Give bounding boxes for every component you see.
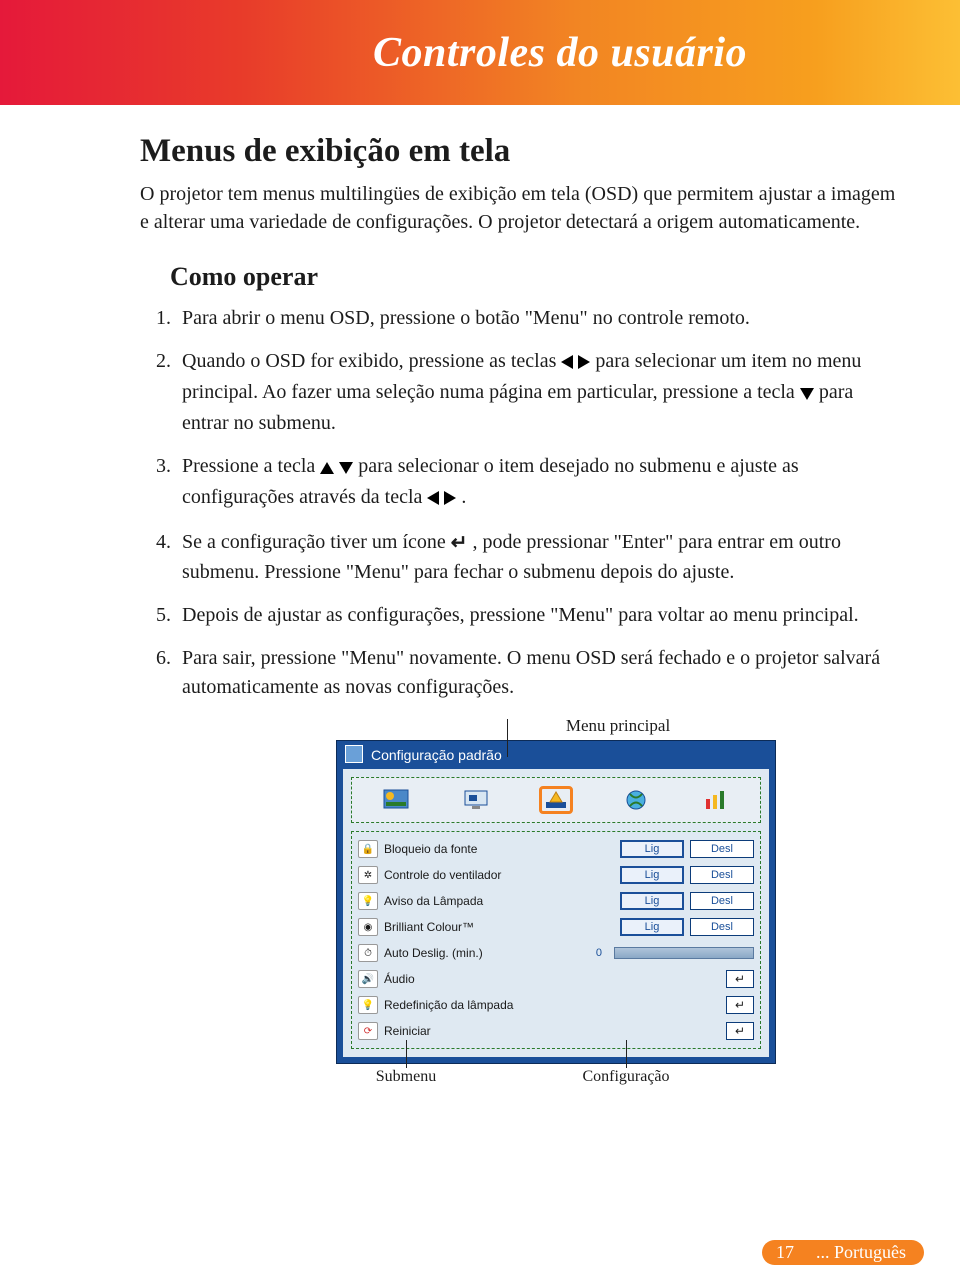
steps-list: Para abrir o menu OSD, pressione o botão… [140,304,900,702]
toggle-off-button[interactable]: Desl [690,892,754,910]
osd-row-brilliant-colour[interactable]: ◉ Brilliant Colour™ Lig Desl [358,914,754,940]
toggle-on-button[interactable]: Lig [620,892,684,910]
row-label: Áudio [384,972,584,986]
row-label: Redefinição da lâmpada [384,998,584,1012]
row-label: Auto Deslig. (min.) [384,946,584,960]
source-lock-icon: 🔒 [358,840,378,858]
value-column: 0 [584,947,754,959]
value-column: Lig Desl [584,866,754,884]
arrow-right-icon [444,485,456,514]
step-5: Depois de ajustar as configurações, pres… [176,601,900,630]
value-column: Lig Desl [584,918,754,936]
slider-track[interactable] [614,947,754,959]
header-band: Controles do usuário [0,0,960,105]
arrow-down-icon [339,454,353,483]
toggle-on-button[interactable]: Lig [620,918,684,936]
osd-rows: 🔒 Bloqueio da fonte Lig Desl ✲ Controle … [351,831,761,1049]
restart-icon: ⟳ [358,1022,378,1040]
toggle-on-button[interactable]: Lig [620,866,684,884]
step-3: Pressione a tecla para selecionar o item… [176,452,900,514]
toggle-off-button[interactable]: Desl [690,840,754,858]
tab-settings-icon[interactable] [539,786,573,814]
osd-row-lamp-warning[interactable]: 💡 Aviso da Lâmpada Lig Desl [358,888,754,914]
step-4: Se a configuração tiver um ícone ↵ , pod… [176,528,900,587]
toggle-off-button[interactable]: Desl [690,866,754,884]
caption-main-menu: Menu principal [336,716,900,736]
page-number: 17 [762,1240,808,1265]
enter-submenu-button[interactable]: ↵ [726,996,754,1014]
step-6: Para sair, pressione "Menu" novamente. O… [176,644,900,702]
step-2: Quando o OSD for exibido, pressione as t… [176,347,900,438]
osd-row-audio[interactable]: 🔊 Áudio ↵ [358,966,754,992]
enter-submenu-button[interactable]: ↵ [726,970,754,988]
osd-row-lamp-reset[interactable]: 💡 Redefinição da lâmpada ↵ [358,992,754,1018]
arrow-down-icon [800,380,814,409]
colour-icon: ◉ [358,918,378,936]
slider-value: 0 [596,947,602,959]
fan-icon: ✲ [358,866,378,884]
row-label: Controle do ventilador [384,868,584,882]
bottom-labels: Submenu Configuração [336,1068,776,1086]
enter-submenu-button[interactable]: ↵ [726,1022,754,1040]
value-column: ↵ [584,970,754,988]
arrow-right-icon [578,349,590,378]
step-4-part-a: Se a configuração tiver um ícone [182,531,451,553]
row-label: Bloqueio da fonte [384,842,584,856]
caption-configuration: Configuração [476,1068,776,1086]
osd-body: 🔒 Bloqueio da fonte Lig Desl ✲ Controle … [343,769,769,1057]
osd-row-restart[interactable]: ⟳ Reiniciar ↵ [358,1018,754,1044]
value-column: ↵ [584,996,754,1014]
timer-icon: ⏱ [358,944,378,962]
tab-display-icon[interactable] [459,786,493,814]
audio-icon: 🔊 [358,970,378,988]
subheading-how-to: Como operar [170,262,900,292]
value-column: Lig Desl [584,892,754,910]
osd-title-text: Configuração padrão [371,747,502,763]
page-header-title: Controles do usuário [373,29,747,77]
row-label: Aviso da Lâmpada [384,894,584,908]
arrow-up-icon [320,454,334,483]
page-footer: 17 ... Português [762,1240,924,1265]
page-language: ... Português [808,1240,924,1265]
lamp-reset-icon: 💡 [358,996,378,1014]
section-heading: Menus de exibição em tela [140,133,900,170]
value-column: Lig Desl [584,840,754,858]
osd-row-auto-off[interactable]: ⏱ Auto Deslig. (min.) 0 [358,940,754,966]
toggle-on-button[interactable]: Lig [620,840,684,858]
osd-title-bar: Configuração padrão [337,741,775,769]
arrow-left-icon [561,349,573,378]
arrow-left-icon [427,485,439,514]
step-2-part-a: Quando o OSD for exibido, pressione as t… [182,350,561,372]
lamp-warning-icon: 💡 [358,892,378,910]
step-3-part-a: Pressione a tecla [182,455,320,477]
value-column: ↵ [584,1022,754,1040]
osd-row-source-lock[interactable]: 🔒 Bloqueio da fonte Lig Desl [358,836,754,862]
row-label: Brilliant Colour™ [384,920,584,934]
osd-figure: Menu principal Configuração padrão [336,716,900,1086]
enter-icon: ↵ [451,529,468,558]
step-1: Para abrir o menu OSD, pressione o botão… [176,304,900,333]
step-3-part-c: . [461,486,466,508]
intro-paragraph: O projetor tem menus multilingües de exi… [140,180,900,236]
osd-row-fan-control[interactable]: ✲ Controle do ventilador Lig Desl [358,862,754,888]
osd-title-icon [345,745,363,763]
caption-submenu: Submenu [336,1068,476,1086]
row-label: Reiniciar [384,1024,584,1038]
content-area: Menus de exibição em tela O projetor tem… [0,105,960,1086]
tab-language-icon[interactable] [619,786,653,814]
tab-image-icon[interactable] [379,786,413,814]
toggle-off-button[interactable]: Desl [690,918,754,936]
osd-tab-row [351,777,761,823]
tab-info-icon[interactable] [699,786,733,814]
osd-window: Configuração padrão [336,740,776,1064]
